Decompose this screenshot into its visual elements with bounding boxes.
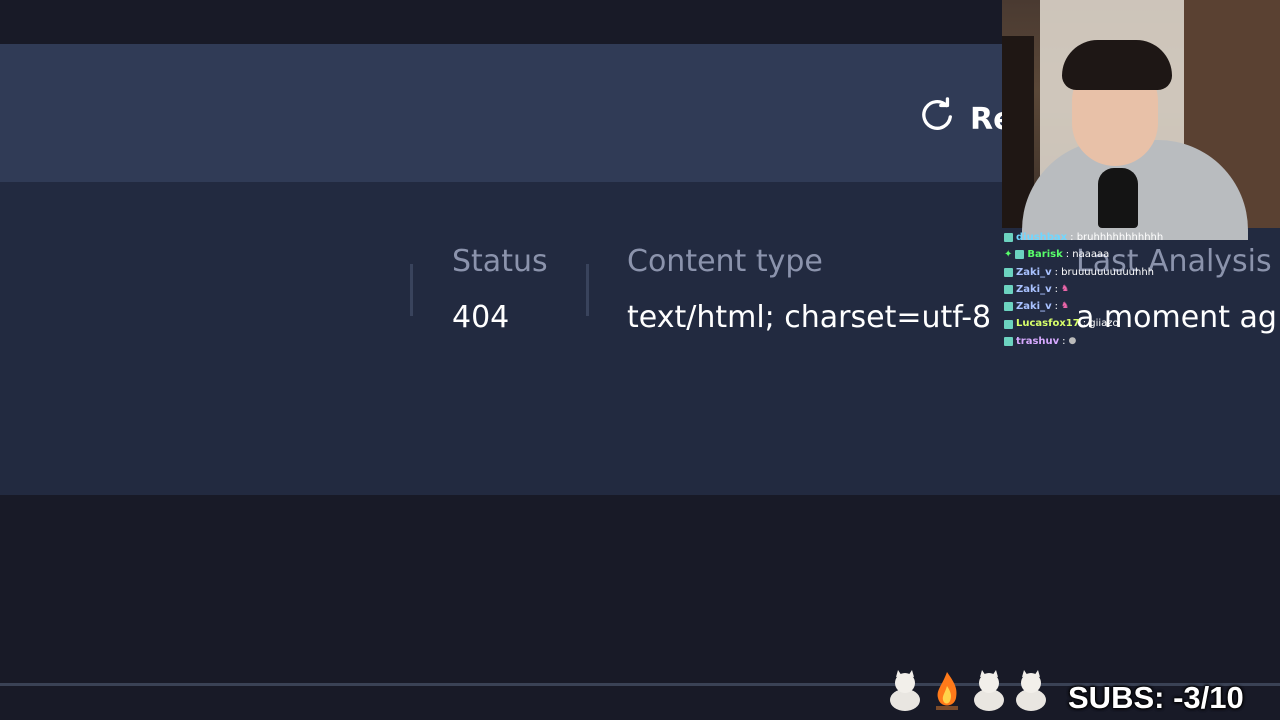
content-type-value: text/html; charset=utf-8 xyxy=(627,300,992,335)
divider xyxy=(410,264,413,316)
status-value: 404 xyxy=(452,300,510,335)
chat-overlay: diushbax : bruhhhhhhhhhhh ✦ Barisk : naa… xyxy=(1004,229,1280,350)
chat-text: : naaaaa xyxy=(1065,249,1110,261)
chat-message: trashuv : ● xyxy=(1004,333,1280,350)
chat-username: Lucasfox17 xyxy=(1016,318,1080,330)
cat-icon xyxy=(1012,668,1050,712)
chat-username: Zaki_v xyxy=(1016,283,1052,295)
chat-message: Lucasfox17 : giiazo xyxy=(1004,315,1280,332)
chat-text: : bruuuuuuuuuuhhh xyxy=(1054,266,1155,278)
chat-username: diushbax xyxy=(1016,232,1068,243)
chat-text: : xyxy=(1054,283,1058,295)
star-badge-icon: ✦ xyxy=(1004,249,1013,261)
emote-icon: ● xyxy=(1068,335,1077,346)
chat-badge-icon xyxy=(1004,233,1013,243)
chat-message: diushbax : bruhhhhhhhhhhh xyxy=(1004,229,1280,246)
microphone xyxy=(1098,168,1138,228)
chat-message: Zaki_v : ♞ xyxy=(1004,281,1280,298)
chat-message: Zaki_v : ♞ xyxy=(1004,298,1280,315)
cat-icon xyxy=(886,668,924,712)
chat-username: Zaki_v xyxy=(1016,301,1052,313)
fire-icon xyxy=(928,668,966,712)
cat-icon xyxy=(970,668,1008,712)
content-type-label: Content type xyxy=(627,244,823,279)
reanalyze-button[interactable]: Re xyxy=(918,96,1013,142)
chat-message: ✦ Barisk : naaaaa xyxy=(1004,246,1280,263)
refresh-icon xyxy=(918,96,956,142)
chat-text: : bruhhhhhhhhhhh xyxy=(1070,232,1164,243)
emote-icon: ♞ xyxy=(1060,283,1070,294)
chat-badge-icon xyxy=(1004,285,1013,295)
chat-username: Barisk xyxy=(1027,249,1063,261)
chat-badge-icon xyxy=(1004,336,1013,346)
divider xyxy=(586,264,589,316)
chat-text: : giiazo xyxy=(1082,318,1119,330)
chat-text: : xyxy=(1054,301,1058,313)
subs-counter: SUBS: -3/10 xyxy=(1068,680,1244,715)
chat-badge-icon xyxy=(1004,267,1013,277)
cat-emotes xyxy=(886,668,1050,712)
chat-text: : xyxy=(1062,335,1066,347)
streamer-hair xyxy=(1062,40,1172,90)
chat-message: Zaki_v : bruuuuuuuuuuhhh xyxy=(1004,264,1280,281)
chat-badge-icon xyxy=(1004,302,1013,312)
chat-username: Zaki_v xyxy=(1016,266,1052,278)
emote-icon: ♞ xyxy=(1060,301,1070,312)
chat-badge-icon xyxy=(1015,250,1025,260)
chat-username: trashuv xyxy=(1016,335,1060,347)
status-label: Status xyxy=(452,244,548,279)
chat-badge-icon xyxy=(1004,319,1013,329)
